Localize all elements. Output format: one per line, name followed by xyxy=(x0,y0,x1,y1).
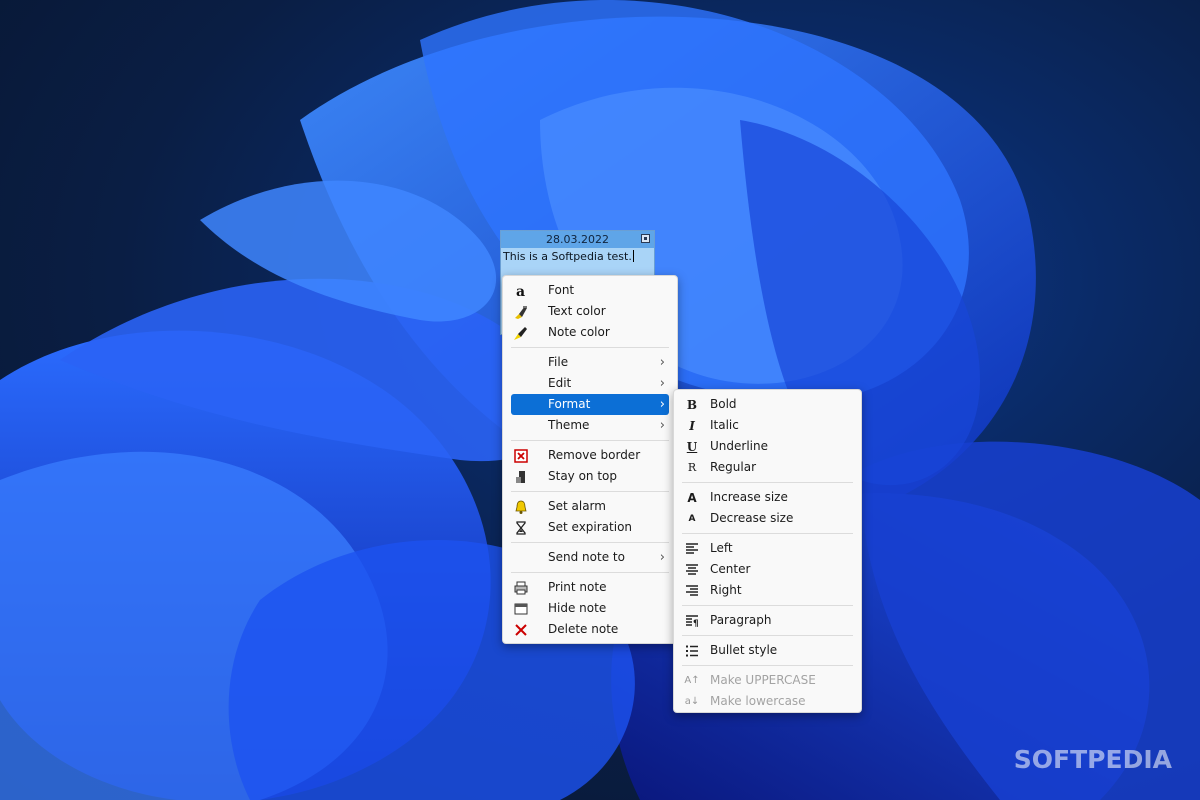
menu-item-edit[interactable]: Edit › xyxy=(511,373,669,394)
menu-item-set-alarm[interactable]: Set alarm xyxy=(511,496,669,517)
menu-item-theme[interactable]: Theme › xyxy=(511,415,669,436)
menu-separator xyxy=(511,542,669,543)
note-color-icon xyxy=(513,325,529,341)
chevron-right-icon: › xyxy=(659,397,665,412)
uppercase-icon: A↑ xyxy=(684,675,700,686)
remove-border-icon xyxy=(513,448,529,464)
note-titlebar[interactable]: 28.03.2022 xyxy=(501,231,654,248)
menu-item-bullet-style[interactable]: Bullet style xyxy=(682,640,853,661)
note-text: This is a Softpedia test. xyxy=(503,250,632,263)
bold-icon: B xyxy=(686,398,698,412)
desktop-wallpaper: 28.03.2022 This is a Softpedia test. a F… xyxy=(0,0,1200,800)
menu-separator xyxy=(682,533,853,534)
align-right-icon xyxy=(684,583,700,599)
font-a-icon: a xyxy=(513,283,529,300)
softpedia-watermark: SOFTPEDIA xyxy=(1013,745,1172,774)
menu-separator xyxy=(511,572,669,573)
menu-item-delete-note[interactable]: Delete note xyxy=(511,619,669,640)
menu-item-print-note[interactable]: Print note xyxy=(511,577,669,598)
svg-text:¶: ¶ xyxy=(693,619,699,629)
regular-icon: R xyxy=(687,461,697,474)
menu-item-make-lowercase[interactable]: a↓ Make lowercase xyxy=(682,691,853,712)
menu-item-stay-on-top[interactable]: Stay on top xyxy=(511,466,669,487)
hourglass-icon xyxy=(513,520,529,536)
menu-item-note-color[interactable]: Note color xyxy=(511,322,669,343)
note-context-menu: a Font Text color Note color File › Edit… xyxy=(502,275,678,644)
paragraph-icon: ¶ xyxy=(684,613,700,629)
window-icon xyxy=(513,601,529,617)
menu-item-send-note-to[interactable]: Send note to › xyxy=(511,547,669,568)
menu-item-align-right[interactable]: Right xyxy=(682,580,853,601)
menu-item-text-color[interactable]: Text color xyxy=(511,301,669,322)
chevron-right-icon: › xyxy=(659,376,665,391)
menu-item-format[interactable]: Format › xyxy=(511,394,669,415)
menu-separator xyxy=(682,665,853,666)
menu-separator xyxy=(511,347,669,348)
menu-item-file[interactable]: File › xyxy=(511,352,669,373)
italic-icon: I xyxy=(689,419,695,433)
bullet-list-icon xyxy=(684,643,700,659)
menu-item-bold[interactable]: B Bold xyxy=(682,394,853,415)
note-date: 28.03.2022 xyxy=(546,233,609,246)
chevron-right-icon: › xyxy=(659,355,665,370)
text-caret xyxy=(632,250,634,262)
menu-item-set-expiration[interactable]: Set expiration xyxy=(511,517,669,538)
menu-item-underline[interactable]: U Underline xyxy=(682,436,853,457)
increase-size-icon: A xyxy=(687,491,697,505)
stay-on-top-icon xyxy=(513,469,529,485)
menu-separator xyxy=(511,491,669,492)
menu-item-make-uppercase[interactable]: A↑ Make UPPERCASE xyxy=(682,670,853,691)
delete-x-icon xyxy=(513,622,529,638)
menu-separator xyxy=(511,440,669,441)
lowercase-icon: a↓ xyxy=(684,696,700,707)
svg-text:a: a xyxy=(516,284,525,299)
menu-item-decrease-size[interactable]: A Decrease size xyxy=(682,508,853,529)
printer-icon xyxy=(513,580,529,596)
menu-item-italic[interactable]: I Italic xyxy=(682,415,853,436)
menu-separator xyxy=(682,482,853,483)
note-text-area[interactable]: This is a Softpedia test. xyxy=(501,248,654,263)
format-submenu: B Bold I Italic U Underline R Regular A … xyxy=(673,389,862,713)
note-close-icon[interactable] xyxy=(641,234,650,243)
align-center-icon xyxy=(684,562,700,578)
menu-item-paragraph[interactable]: ¶ Paragraph xyxy=(682,610,853,631)
chevron-right-icon: › xyxy=(659,550,665,565)
menu-separator xyxy=(682,635,853,636)
underline-icon: U xyxy=(686,440,698,454)
menu-item-regular[interactable]: R Regular xyxy=(682,457,853,478)
menu-item-align-center[interactable]: Center xyxy=(682,559,853,580)
bell-icon xyxy=(513,499,529,515)
menu-item-align-left[interactable]: Left xyxy=(682,538,853,559)
menu-separator xyxy=(682,605,853,606)
decrease-size-icon: A xyxy=(688,514,696,524)
menu-item-remove-border[interactable]: Remove border xyxy=(511,445,669,466)
text-color-icon xyxy=(513,304,529,320)
menu-item-font[interactable]: a Font xyxy=(511,280,669,301)
chevron-right-icon: › xyxy=(659,418,665,433)
menu-item-hide-note[interactable]: Hide note xyxy=(511,598,669,619)
menu-item-increase-size[interactable]: A Increase size xyxy=(682,487,853,508)
align-left-icon xyxy=(684,541,700,557)
